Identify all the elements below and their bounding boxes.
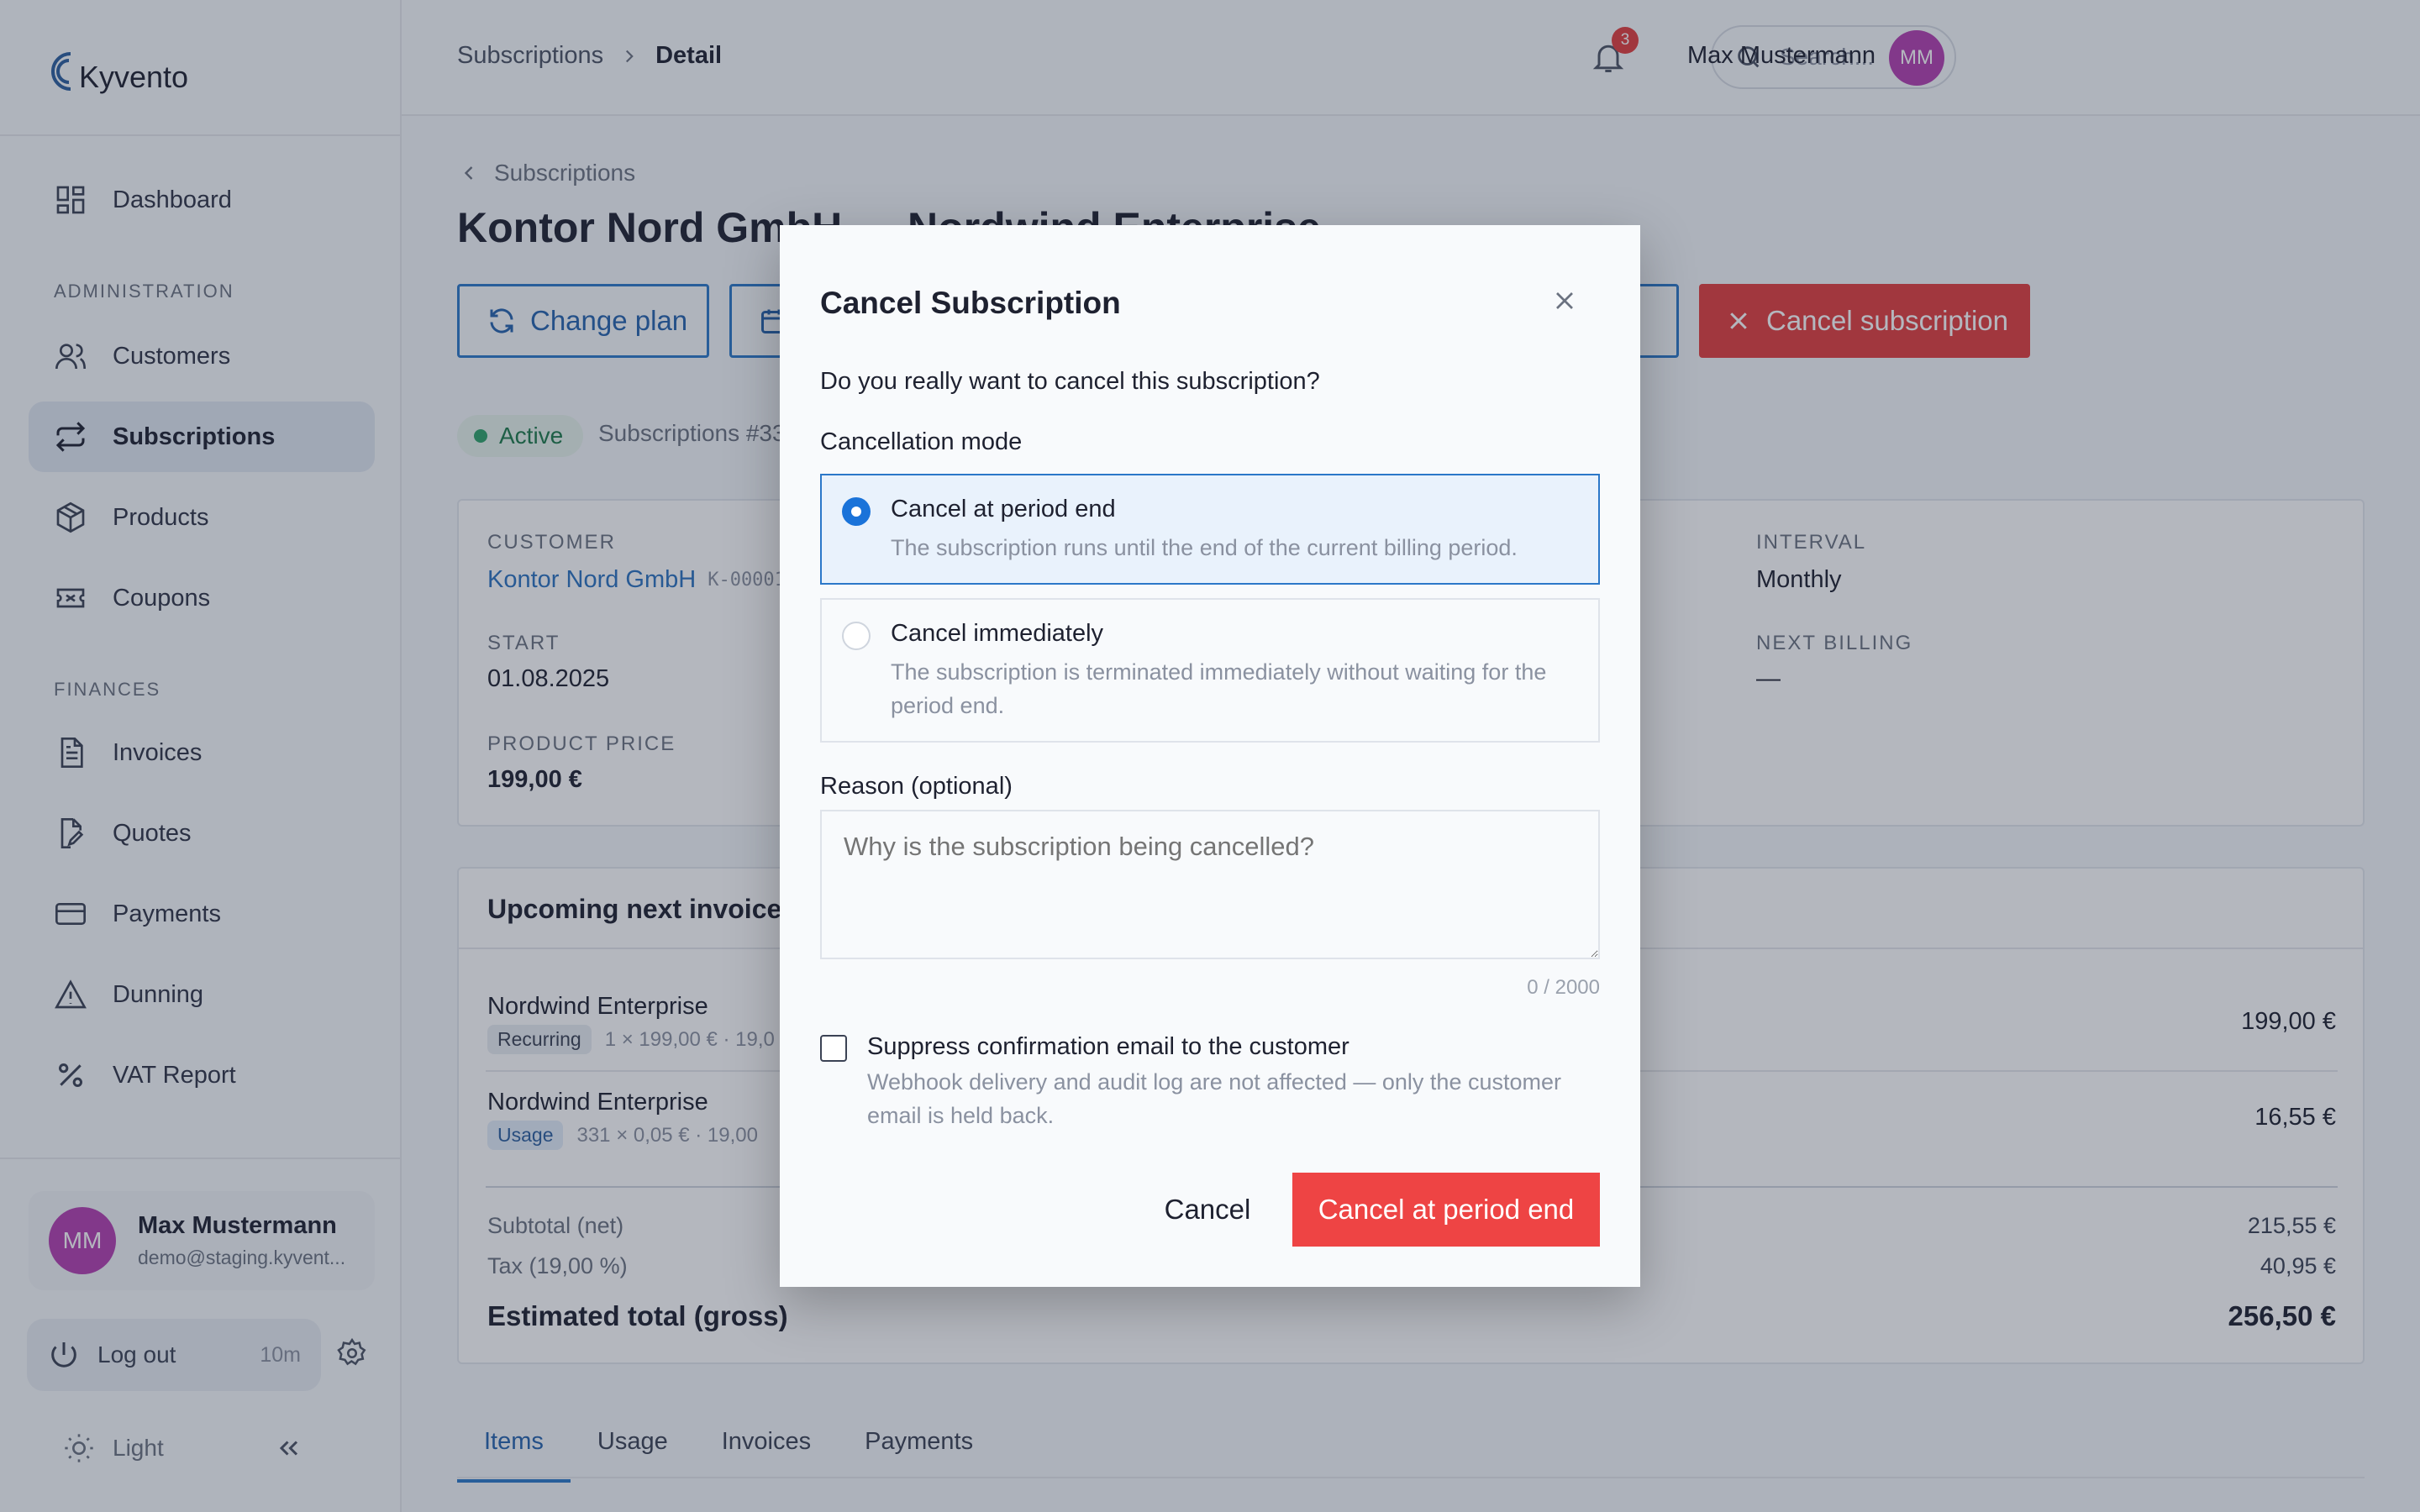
suppress-email-description: Webhook delivery and audit log are not a… xyxy=(867,1069,1561,1128)
option-title: Cancel immediately xyxy=(891,620,1104,647)
option-description: The subscription runs until the end of t… xyxy=(891,535,1518,560)
radio-button[interactable] xyxy=(842,497,871,526)
cancel-button[interactable]: Cancel xyxy=(1144,1173,1270,1247)
close-icon[interactable] xyxy=(1549,286,1580,316)
reason-label: Reason (optional) xyxy=(820,773,1013,800)
option-cancel-at-period-end[interactable]: Cancel at period end The subscription ru… xyxy=(820,474,1600,585)
suppress-email-label[interactable]: Suppress confirmation email to the custo… xyxy=(867,1033,1349,1061)
cancellation-mode-label: Cancellation mode xyxy=(820,428,1023,455)
character-count: 0 / 2000 xyxy=(1527,976,1600,999)
cancel-subscription-dialog: Cancel Subscription Do you really want t… xyxy=(780,225,1640,1287)
confirm-cancel-button[interactable]: Cancel at period end xyxy=(1292,1173,1600,1247)
suppress-email-checkbox[interactable] xyxy=(820,1035,847,1062)
reason-textarea[interactable] xyxy=(820,810,1600,959)
option-title: Cancel at period end xyxy=(891,496,1116,522)
option-description: The subscription is terminated immediate… xyxy=(891,659,1547,718)
dialog-question: Do you really want to cancel this subscr… xyxy=(820,368,1320,395)
option-cancel-immediately[interactable]: Cancel immediately The subscription is t… xyxy=(820,598,1600,743)
dialog-title: Cancel Subscription xyxy=(820,286,1121,320)
radio-button[interactable] xyxy=(842,622,871,650)
